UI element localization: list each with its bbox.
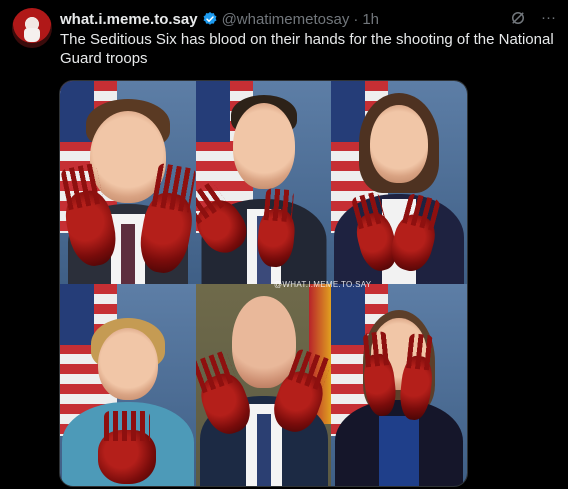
face (231, 296, 296, 388)
tie (256, 414, 271, 486)
grok-icon[interactable] (509, 9, 527, 27)
tweet-media[interactable]: @WHAT.I.MEME.TO.SAY (59, 80, 468, 487)
photo-man-2 (196, 81, 331, 284)
face (370, 105, 428, 183)
more-options-icon[interactable]: ··· (541, 9, 556, 27)
tweet-text: The Seditious Six has blood on their han… (60, 31, 554, 67)
photo-woman-3 (331, 284, 467, 486)
tweet-actions: ··· (509, 9, 556, 27)
avatar[interactable] (12, 8, 52, 48)
face (232, 103, 295, 189)
author-handle[interactable]: @whatimemetosay (222, 11, 350, 28)
blouse (379, 416, 419, 486)
photo-woman-2 (60, 284, 196, 486)
bloody-hands (98, 411, 156, 484)
tweet-header: what.i.meme.to.say @whatimemetosay · 1h (60, 9, 558, 29)
tweet[interactable]: what.i.meme.to.say @whatimemetosay · 1h … (0, 0, 568, 489)
verified-badge-icon (203, 12, 217, 25)
watermark: @WHAT.I.MEME.TO.SAY (274, 280, 372, 289)
timestamp[interactable]: 1h (362, 11, 379, 28)
author-name[interactable]: what.i.meme.to.say (60, 11, 198, 28)
photo-woman-1 (331, 81, 467, 284)
separator-dot: · (353, 10, 359, 28)
photo-man-3 (196, 284, 331, 486)
tie (121, 224, 135, 284)
face (98, 328, 158, 400)
photo-man-1 (60, 81, 196, 284)
